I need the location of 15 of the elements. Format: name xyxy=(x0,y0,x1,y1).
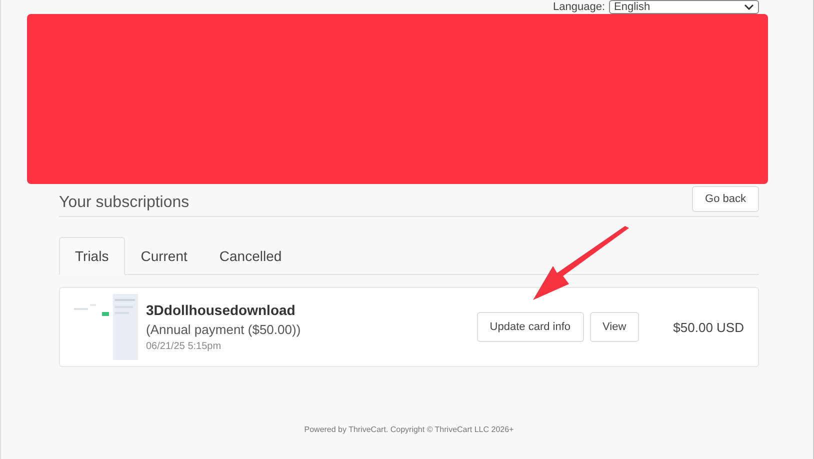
language-label: Language: xyxy=(553,1,605,13)
view-button[interactable]: View xyxy=(590,312,640,342)
payment-plan: (Annual payment ($50.00)) xyxy=(146,322,302,337)
go-back-button[interactable]: Go back xyxy=(692,186,759,212)
purchase-date: 06/21/25 5:15pm xyxy=(146,341,222,352)
language-select[interactable]: English xyxy=(609,0,759,14)
tab[interactable]: Current xyxy=(124,237,204,275)
page-heading: Your subscriptions xyxy=(59,194,190,212)
price: $50.00 USD xyxy=(673,320,744,334)
chevron-down-icon xyxy=(744,4,754,10)
tab[interactable]: Cancelled xyxy=(203,237,298,275)
update-card-button[interactable]: Update card info xyxy=(476,312,584,342)
tab[interactable]: Trials xyxy=(59,237,125,275)
footer-text: Powered by ThriveCart. Copyright © ThriveCart LLC 2026+ xyxy=(303,425,515,434)
product-name: 3Ddollhousedownload xyxy=(146,302,296,318)
